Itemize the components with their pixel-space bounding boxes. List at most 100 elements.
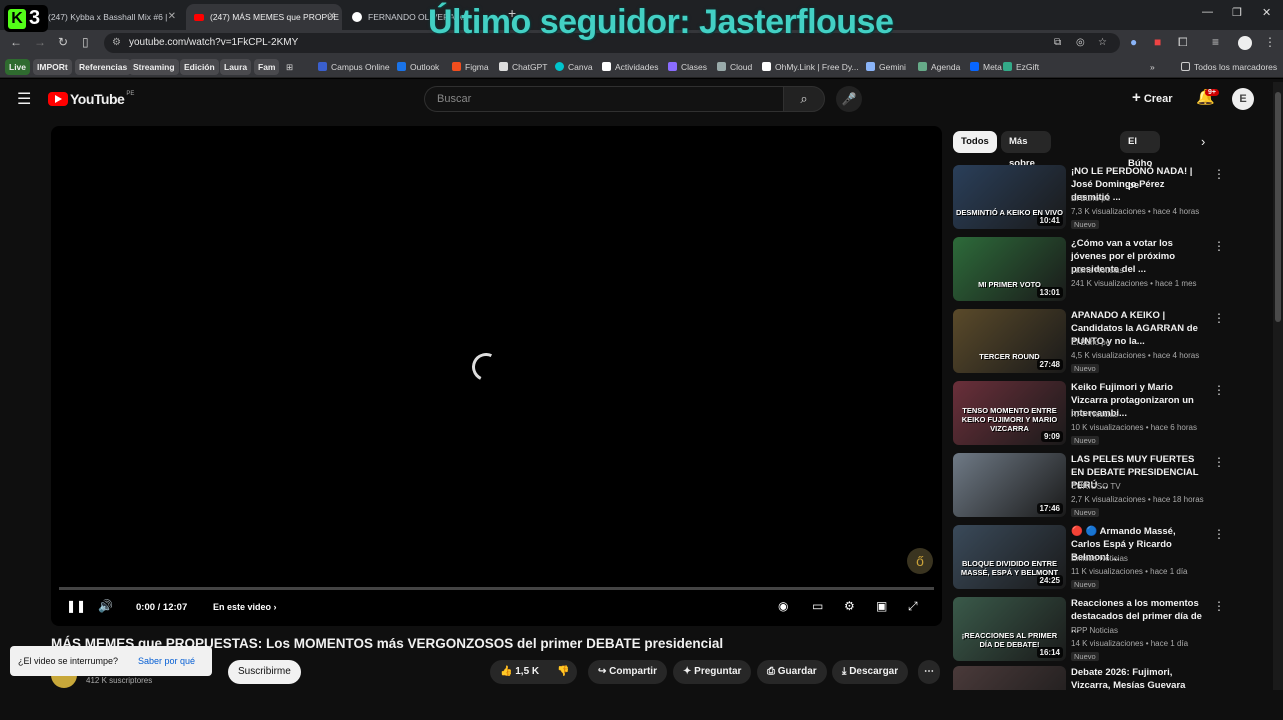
search-input[interactable]: Buscar (424, 86, 784, 112)
bookmark-link[interactable]: Gemini (866, 59, 906, 75)
eye-off-icon[interactable]: ◎ (1076, 33, 1085, 53)
share-button[interactable]: ↪ Compartir (588, 660, 667, 684)
create-button[interactable]: + Crear (1132, 89, 1173, 106)
related-video-item[interactable]: BLOQUE DIVIDIDO ENTRE MASSÉ, ESPÁ Y BELM… (953, 525, 1225, 589)
site-info-icon[interactable]: ⚙ (112, 33, 121, 53)
video-thumbnail[interactable]: DESMINTIÓ A KEIKO EN VIVO 10:41 (953, 165, 1066, 229)
video-thumbnail[interactable]: MI PRIMER VOTO 13:01 (953, 237, 1066, 301)
media-icon[interactable]: ≡ (1212, 35, 1219, 49)
volume-icon[interactable]: 🔊 (98, 599, 113, 613)
like-button[interactable]: 👍 1,5 K (490, 660, 550, 684)
close-icon[interactable]: ✕ (328, 11, 336, 22)
bookmark-link[interactable]: Outlook (397, 59, 439, 75)
more-options-icon[interactable]: ⋮ (1213, 455, 1225, 469)
reload-icon[interactable]: ↻ (58, 35, 68, 49)
channel-watermark-icon[interactable]: ő (907, 548, 933, 574)
bookmark-link[interactable]: ChatGPT (499, 59, 547, 75)
bookmark-link[interactable]: Agenda (918, 59, 960, 75)
more-options-icon[interactable]: ⋮ (1213, 167, 1225, 181)
fullscreen-icon[interactable]: ⤢ (908, 599, 918, 614)
autoplay-toggle-icon[interactable]: ◉ (778, 599, 788, 613)
chip-all[interactable]: Todos (953, 131, 997, 153)
bookmark-link[interactable]: Meta (970, 59, 1002, 75)
related-video-item[interactable]: DESMINTIÓ A KEIKO EN VIVO 10:41 ¡NO LE P… (953, 165, 1225, 229)
page-scrollbar[interactable] (1273, 82, 1283, 690)
minimize-icon[interactable]: — (1202, 6, 1213, 18)
bookmark-group[interactable]: Referencias (75, 59, 132, 75)
extension-new-icon[interactable]: ■ (1154, 35, 1161, 49)
ask-button[interactable]: ✦ Preguntar (673, 660, 752, 684)
video-thumbnail[interactable]: TENSO MOMENTO ENTRE KEIKO FUJIMORI Y MAR… (953, 381, 1066, 445)
all-bookmarks[interactable]: Todos los marcadores (1181, 59, 1277, 75)
related-video-item[interactable]: MI PRIMER VOTO 13:01 ¿Cómo van a votar l… (953, 237, 1225, 301)
bookmark-group[interactable]: IMPORt (33, 59, 72, 75)
maximize-icon[interactable]: ❐ (1232, 6, 1242, 19)
bookmark-link[interactable]: Clases (668, 59, 707, 75)
hamburger-menu-icon[interactable]: ☰ (17, 89, 31, 109)
close-window-icon[interactable]: ✕ (1262, 6, 1271, 19)
related-video-item[interactable]: TERCER ROUND 27:48 APANADO A KEIKO | Can… (953, 309, 1225, 373)
more-options-icon[interactable]: ⋮ (1213, 668, 1218, 682)
progress-bar[interactable] (59, 587, 934, 590)
related-video-item[interactable]: ¡REACCIONES AL PRIMER DÍA DE DEBATE! 16:… (953, 597, 1225, 661)
chapters-button[interactable]: En este video › (213, 602, 277, 612)
voice-search-icon[interactable]: 🎤 (836, 86, 862, 112)
settings-gear-icon[interactable]: ⚙ (844, 599, 855, 613)
related-video-item[interactable]: TENSO MOMENTO ENTRE KEIKO FUJIMORI Y MAR… (953, 381, 1225, 445)
user-avatar[interactable]: E (1232, 88, 1254, 110)
bookmark-link[interactable]: EzGift (1003, 59, 1039, 75)
download-button[interactable]: ⤓ Descargar (832, 660, 909, 684)
more-options-icon[interactable]: ⋮ (1213, 599, 1225, 613)
cast-icon[interactable]: ⧉ (1054, 33, 1061, 53)
scrollbar-thumb[interactable] (1275, 92, 1281, 322)
extension-icon[interactable]: ● (1130, 35, 1137, 49)
related-video-item[interactable]: 17:46 LAS PELES MUY FUERTES EN DEBATE PR… (953, 453, 1225, 517)
bookmark-group[interactable]: Laura (220, 59, 252, 75)
save-button[interactable]: ⎙ Guardar (757, 660, 827, 684)
more-options-icon[interactable]: ⋮ (1213, 311, 1225, 325)
bookmark-link[interactable]: Canva (555, 59, 593, 75)
video-thumbnail[interactable]: ¡REACCIONES AL PRIMER DÍA DE DEBATE! 16:… (953, 597, 1066, 661)
chip-more-story[interactable]: Más sobre esta historia (1001, 131, 1052, 213)
more-options-icon[interactable]: ⋮ (1213, 383, 1225, 397)
bookmark-group[interactable]: Edición (180, 59, 219, 75)
video-thumbnail[interactable] (953, 666, 1066, 690)
sidepanel-icon[interactable]: ▯ (82, 35, 89, 49)
subscribe-button[interactable]: Suscribirme (228, 660, 301, 684)
bookmark-group[interactable]: Live (5, 59, 31, 75)
subtitles-icon[interactable]: ▭ (812, 599, 823, 613)
miniplayer-icon[interactable]: ▣ (876, 599, 887, 613)
apps-grid-icon[interactable]: ⊞ (286, 59, 293, 75)
bookmark-link[interactable]: Figma (452, 59, 489, 75)
bookmark-link[interactable]: OhMy.Link | Free Dy... (762, 59, 859, 75)
video-thumbnail[interactable]: 17:46 (953, 453, 1066, 517)
more-options-icon[interactable]: ⋮ (1213, 527, 1225, 541)
learn-why-link[interactable]: Saber por qué (138, 646, 195, 676)
menu-kebab-icon[interactable]: ⋮ (1264, 35, 1276, 49)
tab-kybba[interactable]: (247) Kybba x Basshall Mix #6 | ✕ (40, 4, 182, 30)
search-button[interactable]: ⌕ (783, 86, 825, 112)
more-actions-icon[interactable]: ⋯ (918, 660, 940, 684)
tab-youtube-active[interactable]: (247) MÁS MEMES que PROPUE ✕ (186, 4, 342, 30)
video-thumbnail[interactable]: TERCER ROUND 27:48 (953, 309, 1066, 373)
related-video-item[interactable]: Debate 2026: Fujimori, Vizcarra, Mesías … (953, 666, 1218, 690)
bookmark-group[interactable]: Fam (254, 59, 280, 75)
video-thumbnail[interactable]: BLOQUE DIVIDIDO ENTRE MASSÉ, ESPÁ Y BELM… (953, 525, 1066, 589)
chevron-right-icon[interactable]: › (1201, 134, 1205, 149)
chip-channel[interactable]: El Búho pe (1120, 131, 1161, 191)
close-icon[interactable]: ✕ (168, 11, 176, 22)
bookmark-link[interactable]: Cloud (717, 59, 752, 75)
bookmark-star-icon[interactable]: ☆ (1098, 33, 1107, 53)
more-options-icon[interactable]: ⋮ (1213, 239, 1225, 253)
back-icon[interactable]: ← (10, 35, 22, 49)
bookmark-link[interactable]: Campus Online (318, 59, 390, 75)
bookmark-link[interactable]: Actividades (602, 59, 658, 75)
youtube-logo[interactable]: YouTube PE (48, 91, 134, 107)
dislike-button[interactable]: 👎 (549, 660, 578, 684)
profile-avatar[interactable] (1238, 36, 1252, 50)
extensions-puzzle-icon[interactable]: ⧠ (1178, 35, 1188, 50)
forward-icon[interactable]: → (34, 35, 46, 49)
pause-icon[interactable]: ❚❚ (66, 599, 86, 613)
bookmarks-overflow-icon[interactable]: » (1150, 59, 1155, 75)
bookmark-group[interactable]: Streaming (129, 59, 179, 75)
